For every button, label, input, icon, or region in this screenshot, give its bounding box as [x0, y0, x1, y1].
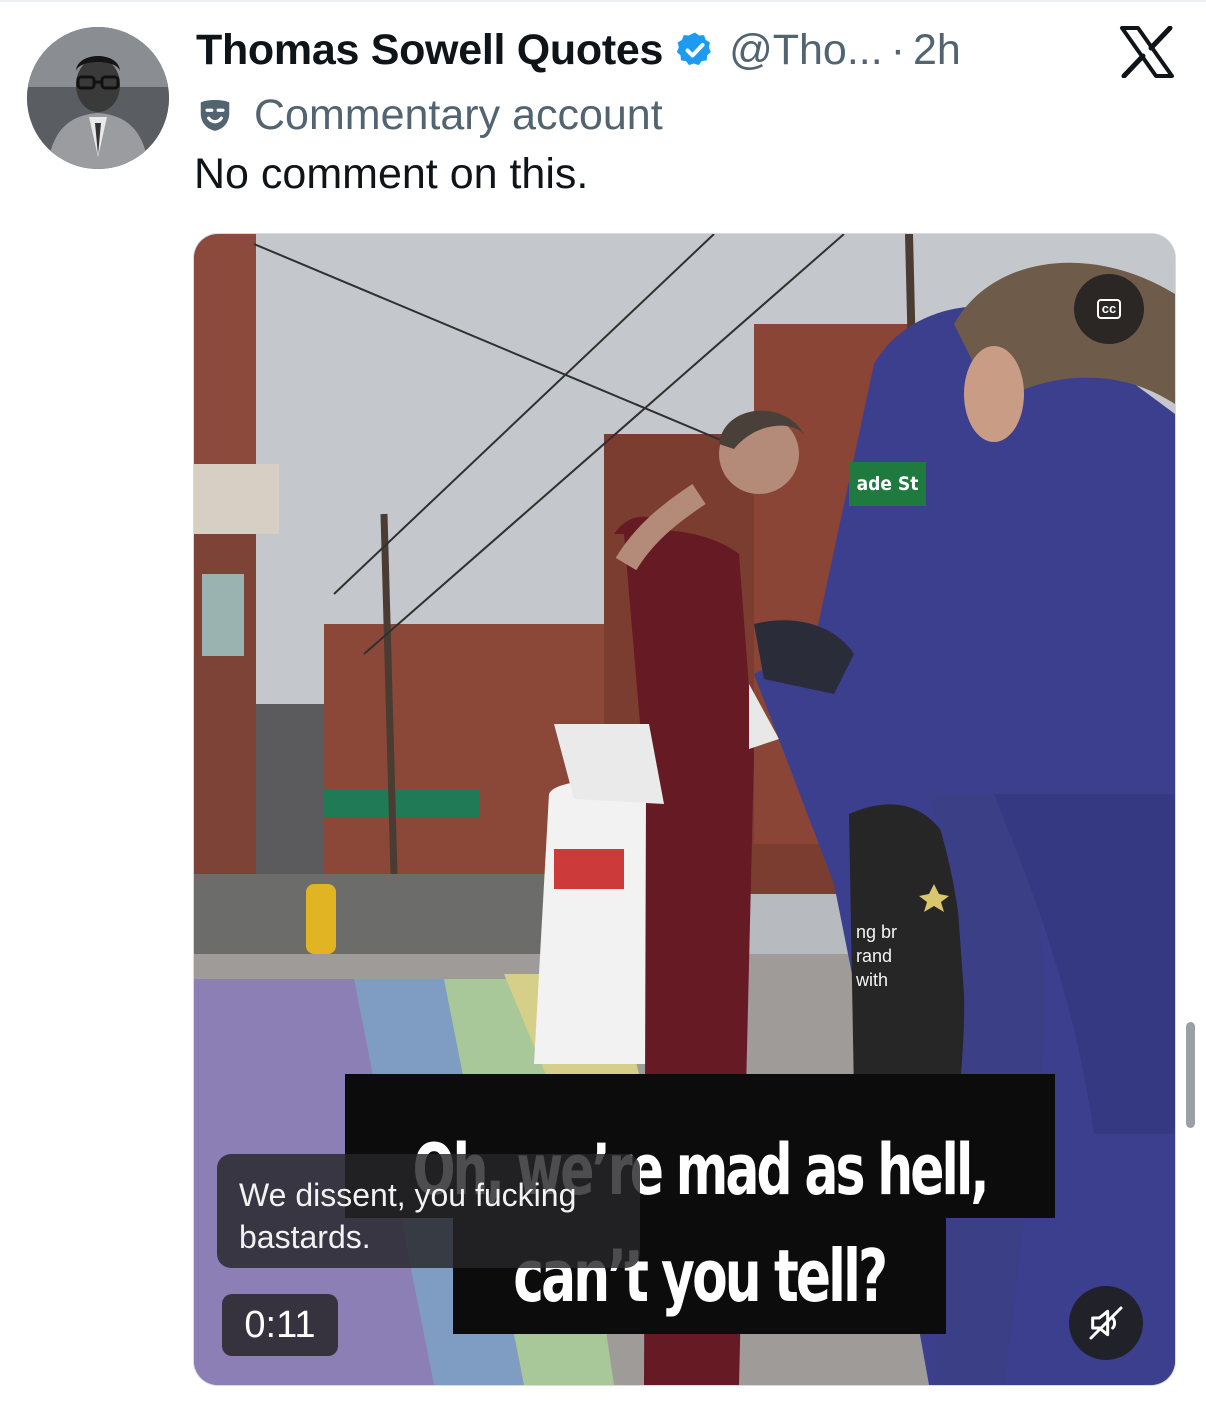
display-name[interactable]: Thomas Sowell Quotes — [196, 26, 663, 75]
closed-caption: We dissent, you fucking bastards. — [217, 1154, 640, 1268]
street-sign: ade St — [849, 462, 926, 506]
video-timestamp: 0:11 — [222, 1294, 338, 1356]
sign-line: rand — [856, 946, 893, 966]
account-label[interactable]: Commentary account — [196, 90, 663, 140]
video-player[interactable]: ade St ng br rand with cc Oh, we’re mad … — [194, 234, 1175, 1385]
top-divider — [0, 0, 1206, 2]
sign-line: ng br — [856, 922, 898, 942]
account-label-text: Commentary account — [254, 90, 663, 139]
post-header: Thomas Sowell Quotes @Tho... · 2h — [196, 24, 961, 76]
muted-speaker-icon — [1089, 1306, 1123, 1340]
scrollbar-thumb[interactable] — [1186, 1022, 1195, 1128]
post-text: No comment on this. — [194, 150, 589, 198]
theater-mask-icon — [200, 99, 230, 131]
sign-text: ng br rand with — [856, 920, 916, 992]
mute-button[interactable] — [1069, 1286, 1143, 1360]
sign-line: with — [856, 970, 889, 990]
caption-line-1: We dissent, you fucking — [239, 1177, 577, 1213]
post-time[interactable]: 2h — [913, 26, 961, 75]
avatar[interactable] — [27, 27, 169, 169]
avatar-photo — [27, 27, 169, 169]
cc-icon: cc — [1096, 299, 1122, 319]
captions-button[interactable]: cc — [1074, 274, 1144, 344]
separator-dot: · — [890, 25, 906, 74]
x-logo-icon[interactable] — [1118, 26, 1176, 78]
caption-line-2: bastards. — [239, 1219, 371, 1255]
verified-badge-icon[interactable] — [675, 30, 715, 70]
handle[interactable]: @Tho... — [729, 26, 883, 75]
